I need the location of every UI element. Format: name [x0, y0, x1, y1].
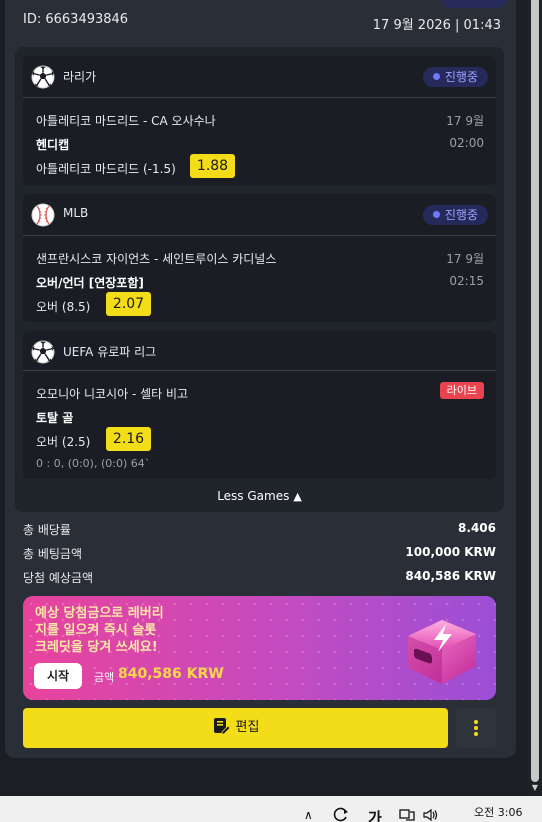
bet-id: ID: 6663493846	[23, 12, 129, 27]
less-games-button[interactable]: Less Games ▲	[15, 486, 504, 506]
status-dot-icon	[432, 211, 440, 218]
edit-label: 편집	[235, 720, 260, 735]
chevron-up-icon: ▲	[293, 490, 302, 503]
odds-badge: 2.16	[106, 427, 151, 451]
header-status-pill	[440, 0, 508, 8]
page-scrollbar[interactable]: ▼	[528, 0, 542, 796]
status-text: 진행중	[444, 70, 478, 84]
summary-total-odds: 총 배당률 8.406	[23, 521, 496, 539]
market-name: 오버/언더 [연장포함]	[36, 276, 144, 290]
promo-line: 지를 일으켜 즉시 슬롯	[35, 623, 157, 638]
bet-datetime: 17 9월 2026 | 01:43	[372, 18, 501, 33]
os-taskbar: ∧ 가 오전 3:06	[0, 796, 542, 822]
match-name: 오모니아 니코시아 - 셀타 비고	[36, 387, 189, 401]
live-score: 0 : 0, (0:0), (0:0) 64`	[36, 457, 151, 470]
match-date: 17 9월	[446, 114, 484, 128]
games-list: 라리가 진행중 아틀레티코 마드리드 - CA 오사수나 17 9월 헨디캡 0…	[15, 47, 504, 512]
promo-amount-label: 금액	[94, 671, 115, 684]
summary-label: 총 베팅금액	[23, 547, 83, 561]
summary-total-stake: 총 베팅금액 100,000 KRW	[23, 545, 496, 563]
summary-label: 총 배당률	[23, 523, 71, 537]
volume-icon[interactable]	[422, 808, 440, 822]
selection: 아틀레티코 마드리드 (-1.5)	[36, 162, 176, 176]
game-card: 라리가 진행중 아틀레티코 마드리드 - CA 오사수나 17 9월 헨디캡 0…	[23, 56, 496, 185]
selection: 오버 (2.5)	[36, 435, 91, 449]
status-badge: 진행중	[422, 67, 488, 87]
taskbar-clock[interactable]: 오전 3:06	[474, 804, 522, 820]
network-icon[interactable]	[398, 808, 416, 822]
chevron-up-icon[interactable]: ∧	[304, 808, 313, 822]
market-name: 헨디캡	[36, 138, 70, 152]
summary-label: 당첨 예상금액	[23, 571, 94, 585]
match-name: 아틀레티코 마드리드 - CA 오사수나	[36, 114, 216, 128]
status-text: 진행중	[444, 208, 478, 222]
ime-language-indicator[interactable]: 가	[368, 807, 382, 822]
game-card-header: UEFA 유로파 리그	[23, 331, 496, 371]
match-date: 17 9월	[446, 252, 484, 266]
league-name: UEFA 유로파 리그	[63, 345, 157, 359]
summary-value: 8.406	[458, 521, 496, 535]
summary-value: 840,586 KRW	[405, 569, 496, 583]
promo-banner[interactable]: 예상 당첨금으로 레버리 지를 일으켜 즉시 슬롯 크레딧을 당겨 쓰세요! 시…	[23, 596, 496, 700]
promo-text: 예상 당첨금으로 레버리 지를 일으켜 즉시 슬롯 크레딧을 당겨 쓰세요!	[35, 605, 235, 656]
status-dot-icon	[432, 73, 440, 80]
lightning-charger-icon	[408, 620, 476, 684]
summary-potential-win: 당첨 예상금액 840,586 KRW	[23, 569, 496, 587]
game-card: MLB 진행중 샌프란시스코 자이언츠 - 세인트루이스 카디널스 17 9월 …	[23, 194, 496, 322]
match-time: 02:00	[449, 136, 484, 150]
summary-value: 100,000 KRW	[405, 545, 496, 559]
odds-badge: 2.07	[106, 292, 151, 316]
edit-note-icon	[213, 718, 230, 735]
ime-refresh-icon[interactable]	[332, 806, 350, 822]
less-games-label: Less Games	[217, 489, 290, 503]
more-options-button[interactable]	[456, 708, 496, 748]
scroll-down-arrow-icon[interactable]: ▼	[530, 784, 540, 792]
start-button[interactable]: 시작	[34, 663, 82, 689]
scrollbar-thumb[interactable]	[531, 0, 539, 782]
match-name: 샌프란시스코 자이언츠 - 세인트루이스 카디널스	[36, 252, 277, 266]
game-card-header: 라리가 진행중	[23, 56, 496, 98]
selection: 오버 (8.5)	[36, 300, 91, 314]
league-name: MLB	[63, 206, 89, 220]
league-name: 라리가	[63, 70, 97, 84]
bet-header: ID: 6663493846 17 9월 2026 | 01:43	[23, 10, 501, 33]
promo-amount-value: 840,586 KRW	[118, 666, 224, 682]
game-card: UEFA 유로파 리그 라이브 오모니아 니코시아 - 셀타 비고 토탈 골 오…	[23, 331, 496, 479]
game-card-header: MLB 진행중	[23, 194, 496, 236]
odds-badge: 1.88	[190, 154, 235, 178]
promo-line: 예상 당첨금으로 레버리	[35, 606, 164, 621]
market-name: 토탈 골	[36, 411, 74, 425]
match-time: 02:15	[449, 274, 484, 288]
edit-button[interactable]: 편집	[23, 708, 448, 748]
soccer-ball-icon	[31, 340, 55, 364]
kebab-menu-icon	[456, 708, 496, 736]
baseball-icon	[31, 203, 55, 227]
live-badge: 라이브	[439, 382, 484, 399]
status-badge: 진행중	[422, 205, 488, 225]
promo-line: 크레딧을 당겨 쓰세요!	[35, 640, 158, 655]
soccer-ball-icon	[31, 65, 55, 89]
